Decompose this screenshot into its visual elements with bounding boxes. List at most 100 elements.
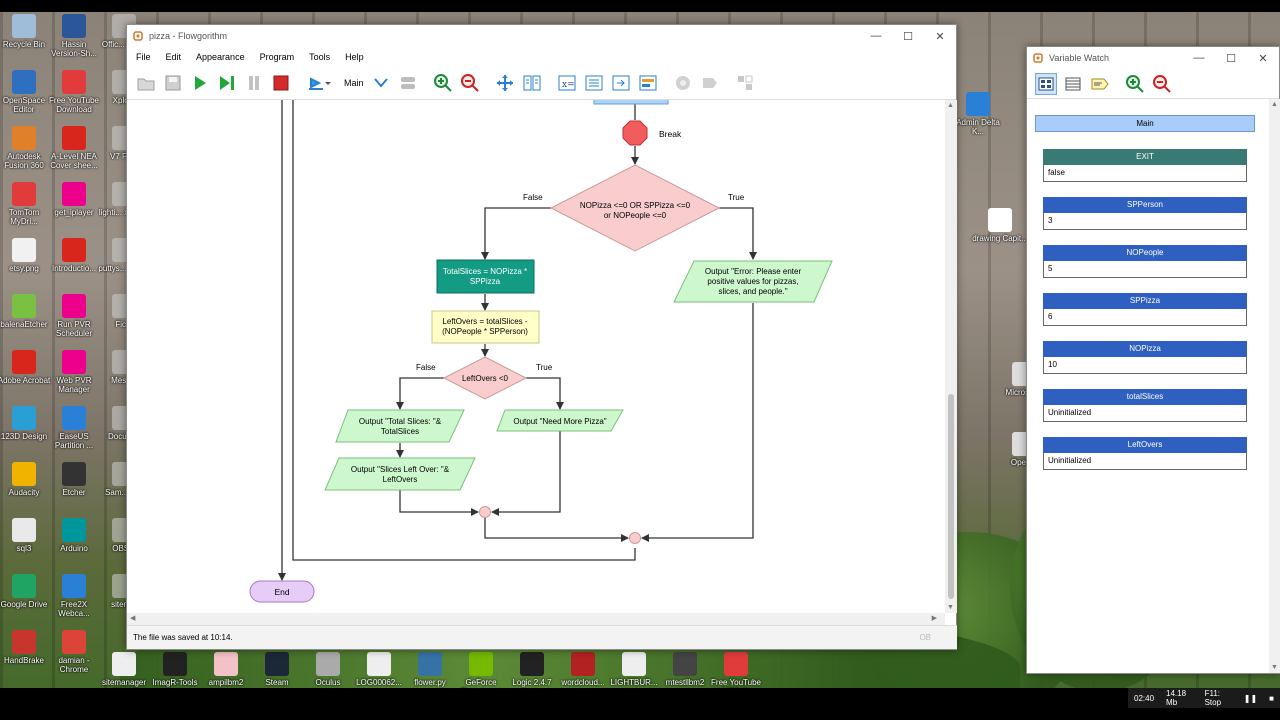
- scroll-up-icon[interactable]: ▲: [1271, 101, 1278, 108]
- desktop-icon[interactable]: sql3: [0, 518, 52, 553]
- break-node[interactable]: [622, 120, 648, 146]
- flowchart-canvas[interactable]: Break NOPizza <=0 OR SPPizza <=0 or NOPe…: [127, 100, 945, 613]
- table-view-icon[interactable]: [1062, 73, 1084, 95]
- console-icon[interactable]: [583, 72, 605, 94]
- label-view-icon[interactable]: [1089, 73, 1111, 95]
- desktop-icon[interactable]: Recycle Bin: [0, 14, 52, 49]
- variable-watch-icon[interactable]: x=: [556, 72, 578, 94]
- split-view-icon[interactable]: [521, 72, 543, 94]
- run-icon[interactable]: [189, 72, 211, 94]
- desktop-icon[interactable]: Adobe Acrobat: [0, 350, 52, 385]
- maximize-button[interactable]: ☐: [1215, 52, 1247, 65]
- scroll-up-icon[interactable]: ▲: [947, 102, 954, 109]
- desktop-icon[interactable]: OpenSpace Editor: [0, 70, 52, 114]
- scroll-right-icon[interactable]: ▶: [932, 614, 937, 622]
- minimize-button[interactable]: —: [860, 30, 892, 42]
- desktop-icon[interactable]: mtestllbm2: [657, 652, 713, 687]
- function-manager-icon[interactable]: [397, 72, 419, 94]
- pause-icon[interactable]: [243, 72, 265, 94]
- desktop-icon[interactable]: Logic 2.4.7: [504, 652, 560, 687]
- output-total-slices[interactable]: [335, 409, 465, 443]
- desktop-icon[interactable]: Introductio...: [46, 238, 102, 273]
- desktop-icon[interactable]: 123D Design: [0, 406, 52, 441]
- variable-value: Uninitialized: [1043, 405, 1247, 422]
- desktop-icon[interactable]: flower.py: [402, 652, 458, 687]
- desktop-icon[interactable]: LIGHTBUR...: [606, 652, 662, 687]
- scroll-down-icon[interactable]: ▼: [947, 604, 954, 611]
- desktop-icon[interactable]: GeForce Experience: [453, 652, 509, 688]
- desktop-icon[interactable]: TomTom MyDri...: [0, 182, 52, 226]
- desktop-icon[interactable]: Web PVR Manager: [46, 350, 102, 394]
- desktop-app-icon: [12, 70, 36, 94]
- stop-icon[interactable]: [270, 72, 292, 94]
- desktop-icon[interactable]: Google Drive: [0, 574, 52, 609]
- desktop-icon[interactable]: Etcher: [46, 462, 102, 497]
- desktop-icon[interactable]: LOG00062...: [351, 652, 407, 687]
- breakpoint-icon[interactable]: [672, 72, 694, 94]
- desktop-icon[interactable]: Free YouTube to MP3 Co...: [708, 652, 764, 688]
- scroll-down-icon[interactable]: ▼: [1271, 664, 1278, 671]
- chart-view-icon[interactable]: [637, 72, 659, 94]
- close-button[interactable]: ✕: [924, 30, 956, 43]
- function-main-label: Main: [1035, 115, 1255, 132]
- desktop-icon[interactable]: EaseUS Partition ...: [46, 406, 102, 450]
- desktop-icon[interactable]: ampilbm2: [198, 652, 254, 687]
- desktop-icon-label: sitemanager (1).xml: [101, 678, 147, 688]
- layout-icon[interactable]: [494, 72, 516, 94]
- desktop-icon[interactable]: damian - Chrome: [46, 630, 102, 674]
- desktop-icon[interactable]: sitemanager (1).xml: [96, 652, 152, 688]
- pause-icon[interactable]: ❚❚: [1244, 694, 1257, 703]
- desktop-icon[interactable]: ImagR-Tools: [147, 652, 203, 687]
- stop-hint[interactable]: F11: Stop: [1205, 689, 1232, 707]
- output-error-line1: Output "Error: Please enter: [705, 267, 802, 276]
- box-view-icon[interactable]: [1035, 72, 1057, 95]
- zoom-in-icon[interactable]: [432, 72, 454, 94]
- desktop-icon[interactable]: HandBrake: [0, 630, 52, 665]
- vertical-scrollbar[interactable]: ▲ ▼: [945, 100, 957, 613]
- function-select[interactable]: Main: [344, 78, 364, 88]
- output-slices-left-over[interactable]: [324, 457, 476, 491]
- minimize-button[interactable]: —: [1183, 52, 1215, 64]
- desktop-icon[interactable]: Steam: [249, 652, 305, 687]
- comment-icon[interactable]: [699, 72, 721, 94]
- desktop-icon[interactable]: Free2X Webca...: [46, 574, 102, 618]
- menu-appearance[interactable]: Appearance: [196, 52, 245, 62]
- run-speed-icon[interactable]: [305, 72, 333, 94]
- save-icon[interactable]: [162, 72, 184, 94]
- desktop-icon[interactable]: Oculus: [300, 652, 356, 687]
- vertical-scroll-thumb[interactable]: [948, 394, 954, 599]
- horizontal-scrollbar[interactable]: ◀ ▶: [127, 613, 945, 625]
- desktop-icon[interactable]: Run PVR Scheduler: [46, 294, 102, 338]
- desktop-icon[interactable]: balenaEtcher: [0, 294, 52, 329]
- menu-edit[interactable]: Edit: [166, 52, 182, 62]
- open-folder-icon[interactable]: [135, 72, 157, 94]
- desktop-icon[interactable]: Admin Delta K...: [950, 92, 1006, 136]
- menu-program[interactable]: Program: [260, 52, 295, 62]
- record-stop-icon[interactable]: ■: [1269, 694, 1274, 703]
- desktop-icon[interactable]: get_iplayer: [46, 182, 102, 217]
- menu-help[interactable]: Help: [345, 52, 364, 62]
- desktop-icon-label: mtestllbm2: [665, 678, 705, 687]
- settings-icon[interactable]: [734, 72, 756, 94]
- source-code-icon[interactable]: [610, 72, 632, 94]
- desktop-icon[interactable]: etsy.png: [0, 238, 52, 273]
- desktop-icon[interactable]: Free YouTube Download: [46, 70, 102, 114]
- zoom-out-icon[interactable]: [1151, 73, 1173, 95]
- desktop-icon[interactable]: Audacity: [0, 462, 52, 497]
- close-button[interactable]: ✕: [1247, 52, 1279, 65]
- desktop-icon[interactable]: Hassin Version-Sh...: [46, 14, 102, 58]
- zoom-out-icon[interactable]: [459, 72, 481, 94]
- step-icon[interactable]: [216, 72, 238, 94]
- chevron-down-icon[interactable]: [370, 72, 392, 94]
- variable-watch-scrollbar[interactable]: ▲ ▼: [1269, 99, 1280, 673]
- scroll-left-icon[interactable]: ◀: [130, 614, 135, 622]
- menu-file[interactable]: File: [136, 52, 151, 62]
- menu-tools[interactable]: Tools: [309, 52, 330, 62]
- desktop-icon[interactable]: drawing Capit...: [972, 208, 1028, 243]
- desktop-icon[interactable]: Autodesk Fusion 360: [0, 126, 52, 170]
- desktop-icon[interactable]: wordcloud...: [555, 652, 611, 687]
- maximize-button[interactable]: ☐: [892, 30, 924, 43]
- desktop-icon[interactable]: A-Level NEA Cover shee...: [46, 126, 102, 170]
- desktop-icon[interactable]: Arduino: [46, 518, 102, 553]
- zoom-in-icon[interactable]: [1124, 73, 1146, 95]
